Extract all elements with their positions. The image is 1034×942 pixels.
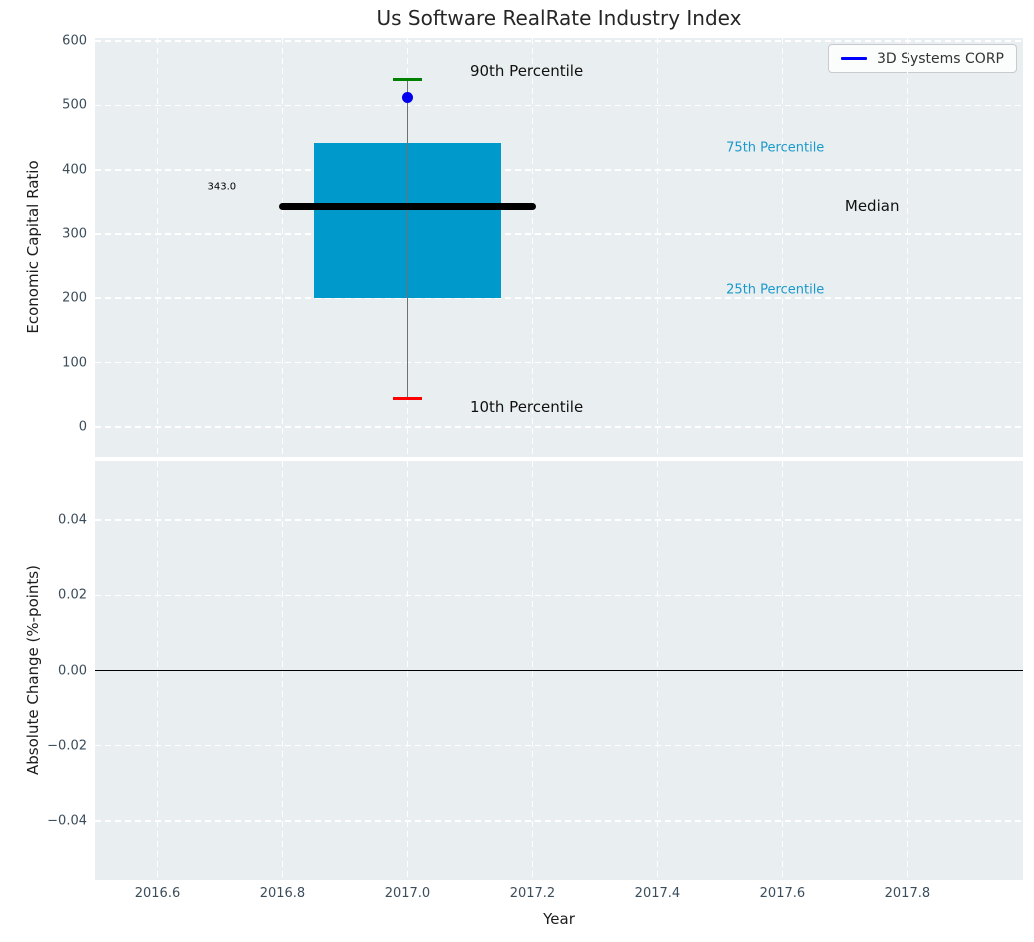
y-tick-label: 0 xyxy=(78,419,87,435)
median-label: Median xyxy=(844,196,900,215)
y-gridline xyxy=(95,594,1023,597)
x-gridline xyxy=(656,38,659,457)
change-axes xyxy=(95,461,1023,880)
x-tick-label: 2017.2 xyxy=(509,886,556,901)
x-gridline xyxy=(531,38,534,457)
y-gridline xyxy=(95,40,1023,43)
y-tick-label: 600 xyxy=(62,33,87,49)
x-gridline xyxy=(156,38,159,457)
x-axis-label: Year xyxy=(543,910,575,928)
y-tick-label: 0.00 xyxy=(58,663,87,678)
y-axis-label-top: Economic Capital Ratio xyxy=(24,160,42,334)
legend: 3D Systems CORP xyxy=(827,44,1017,73)
y-tick-label: 200 xyxy=(62,290,87,306)
boxplot-axes: 3D Systems CORP 343.0 90th Percentile 75th… xyxy=(95,38,1023,457)
x-tick-label: 2017.6 xyxy=(759,886,806,901)
p25-label: 25th Percentile xyxy=(726,282,825,298)
x-tick-label: 2017.0 xyxy=(384,886,431,901)
y-gridline xyxy=(95,519,1023,522)
y-gridline xyxy=(95,744,1023,747)
x-gridline xyxy=(281,38,284,457)
y-tick-label: 400 xyxy=(62,162,87,178)
cap-10th-percentile xyxy=(393,396,422,401)
figure: Us Software RealRate Industry Index Econ… xyxy=(0,0,1034,942)
y-gridline xyxy=(95,425,1023,428)
median-line xyxy=(279,202,536,210)
y-tick-label: 0.02 xyxy=(58,587,87,603)
legend-line-sample xyxy=(840,57,867,60)
y-gridline xyxy=(95,297,1023,300)
chart-title: Us Software RealRate Industry Index xyxy=(376,6,742,30)
x-gridline xyxy=(906,38,909,457)
x-tick-label: 2017.4 xyxy=(634,886,681,901)
company-point xyxy=(401,91,413,103)
y-gridline xyxy=(95,361,1023,364)
y-tick-label: 300 xyxy=(62,226,87,242)
whisker-line xyxy=(406,79,409,399)
x-tick-label: 2016.8 xyxy=(259,886,306,901)
y-tick-label: 500 xyxy=(62,97,87,113)
zero-line xyxy=(95,669,1023,672)
y-gridline xyxy=(95,104,1023,107)
x-tick-label: 2016.6 xyxy=(134,886,181,901)
y-tick-label: 100 xyxy=(62,355,87,371)
median-value-label: 343.0 xyxy=(207,181,237,193)
y-tick-label: 0.04 xyxy=(58,512,87,528)
y-gridline xyxy=(95,819,1023,822)
p90-label: 90th Percentile xyxy=(469,61,584,80)
y-tick-label: −0.02 xyxy=(47,738,87,754)
p10-label: 10th Percentile xyxy=(469,397,584,416)
p75-label: 75th Percentile xyxy=(726,140,825,156)
x-tick-label: 2017.8 xyxy=(884,886,931,901)
cap-90th-percentile xyxy=(393,78,422,82)
y-gridline xyxy=(95,233,1023,235)
legend-label: 3D Systems CORP xyxy=(876,50,1004,67)
x-gridline xyxy=(781,38,784,457)
y-tick-label: −0.04 xyxy=(47,813,87,829)
y-gridline xyxy=(95,168,1023,171)
